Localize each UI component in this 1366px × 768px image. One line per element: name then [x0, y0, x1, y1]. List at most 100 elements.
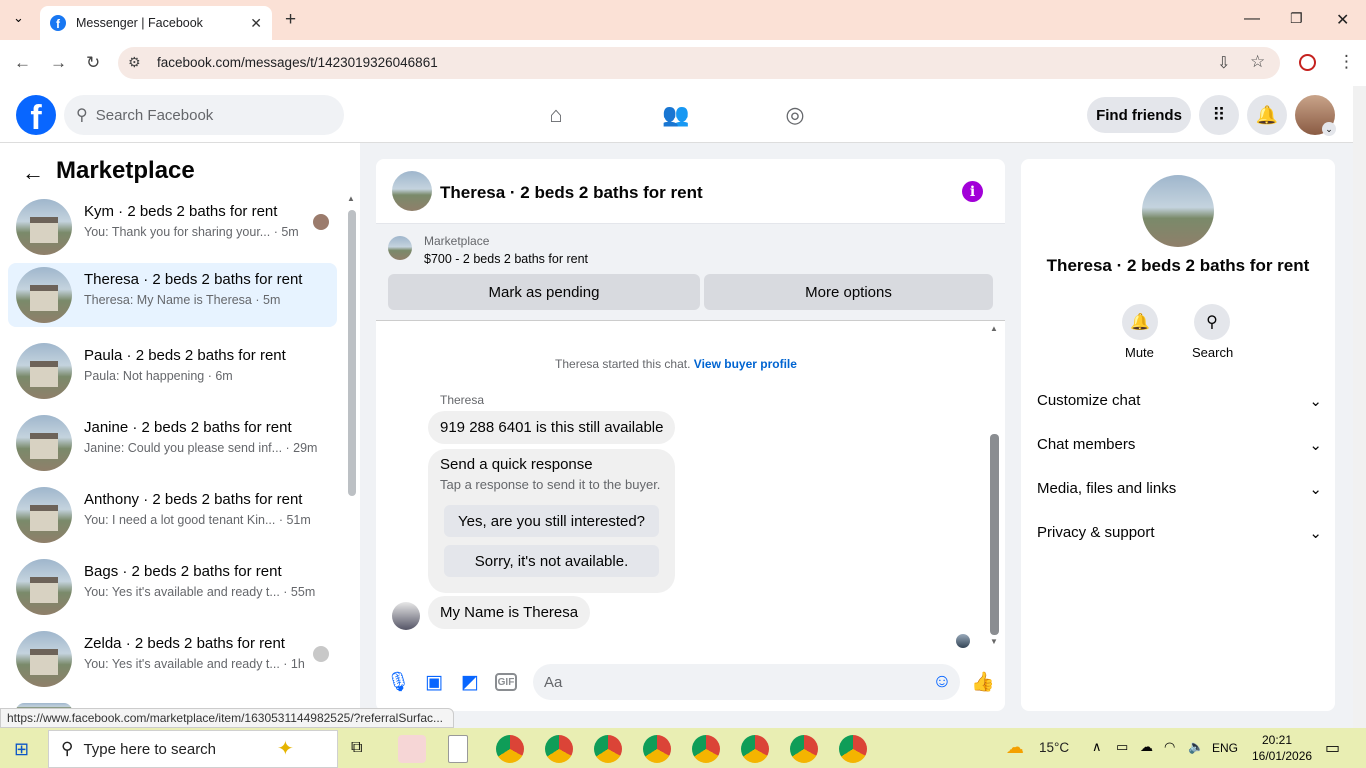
- back-arrow-icon[interactable]: ←: [22, 160, 44, 186]
- microphone-icon[interactable]: 🎙: [386, 671, 410, 693]
- privacy-support-section[interactable]: Privacy & support ⌄: [1037, 524, 1322, 542]
- tray-chevron-icon[interactable]: ∧: [1092, 739, 1102, 755]
- chrome-icon[interactable]: [741, 735, 769, 763]
- chrome-icon[interactable]: [594, 735, 622, 763]
- chrome-icon[interactable]: [643, 735, 671, 763]
- clock-time: 20:21: [1261, 733, 1293, 747]
- restore-icon[interactable]: ❐: [1290, 10, 1303, 27]
- listing-thumbnail: [16, 199, 72, 255]
- home-icon[interactable]: ⌂: [541, 100, 571, 130]
- sidebar-title: Marketplace: [56, 157, 195, 184]
- tray-app-icon[interactable]: ▭: [1116, 739, 1128, 755]
- notepad-icon[interactable]: [448, 735, 468, 763]
- chat-scroll-up-icon[interactable]: ▲: [990, 324, 998, 333]
- account-chevron-icon[interactable]: ⌄: [1322, 122, 1336, 136]
- conversation-preview: You: I need a lot good tenant Kin... · 5…: [84, 513, 311, 527]
- conversation-item[interactable]: Paula · 2 beds 2 baths for rent Paula: N…: [8, 339, 337, 403]
- listing-price[interactable]: $700 - 2 beds 2 baths for rent: [424, 252, 588, 266]
- groups-icon[interactable]: ◎: [780, 100, 810, 130]
- sender-avatar[interactable]: [392, 602, 420, 630]
- find-friends-button[interactable]: Find friends: [1087, 97, 1191, 133]
- notification-center-icon[interactable]: ▭: [1325, 738, 1340, 758]
- view-buyer-profile-link[interactable]: View buyer profile: [694, 357, 797, 371]
- conversation-item[interactable]: Bags · 2 beds 2 baths for rent You: Yes …: [8, 555, 337, 619]
- windows-start-icon[interactable]: ⊞: [14, 739, 29, 760]
- tab-list-icon[interactable]: ⌄: [13, 10, 24, 26]
- quick-response-not-available-button[interactable]: Sorry, it's not available.: [444, 545, 659, 577]
- language-indicator[interactable]: ENG: [1212, 741, 1238, 755]
- quick-response-interested-button[interactable]: Yes, are you still interested?: [444, 505, 659, 537]
- conversation-item[interactable]: Kym · 2 beds 2 baths for rent You: Thank…: [8, 195, 337, 259]
- browser-tab[interactable]: f Messenger | Facebook ✕: [40, 6, 272, 40]
- tab-close-icon[interactable]: ✕: [250, 15, 262, 32]
- listing-small-thumbnail[interactable]: [388, 236, 412, 260]
- window-close-icon[interactable]: ✕: [1336, 10, 1349, 30]
- message-bubble[interactable]: 919 288 6401 is this still available: [428, 411, 676, 444]
- conversation-item[interactable]: Theresa · 2 beds 2 baths for rent Theres…: [8, 263, 337, 327]
- facebook-logo-icon[interactable]: f: [16, 95, 56, 135]
- weather-icon[interactable]: ☁: [1006, 737, 1024, 758]
- conversation-preview: Theresa: My Name is Theresa · 5m: [84, 293, 281, 307]
- chrome-icon[interactable]: [839, 735, 867, 763]
- page-scrollbar[interactable]: [1353, 86, 1366, 728]
- profile-icon[interactable]: [1299, 54, 1316, 71]
- menu-grid-icon[interactable]: ⠿: [1199, 95, 1239, 135]
- customize-chat-section[interactable]: Customize chat ⌄: [1037, 392, 1322, 410]
- chat-title[interactable]: Theresa · 2 beds 2 baths for rent: [440, 183, 703, 203]
- conversation-name: Anthony · 2 beds 2 baths for rent: [84, 491, 303, 508]
- message-bubble[interactable]: My Name is Theresa: [428, 596, 591, 629]
- wifi-icon[interactable]: ◠: [1164, 739, 1175, 755]
- minimize-icon[interactable]: —: [1244, 10, 1260, 28]
- new-tab-icon[interactable]: +: [285, 9, 296, 31]
- snipping-tool-icon[interactable]: [398, 735, 426, 763]
- chat-listing-avatar[interactable]: [392, 171, 432, 211]
- reload-icon[interactable]: ↻: [86, 53, 100, 73]
- notifications-bell-icon[interactable]: 🔔: [1247, 95, 1287, 135]
- chat-scroll-down-icon[interactable]: ▼: [990, 637, 998, 646]
- conversation-item[interactable]: Anthony · 2 beds 2 baths for rent You: I…: [8, 483, 337, 547]
- install-app-icon[interactable]: ⇩: [1217, 53, 1230, 73]
- chat-scrollbar[interactable]: [990, 434, 999, 635]
- friends-icon[interactable]: 👥: [661, 100, 691, 130]
- facebook-search-input[interactable]: ⚲ Search Facebook: [64, 95, 344, 135]
- conversation-item[interactable]: Janine · 2 beds 2 baths for rent Janine:…: [8, 411, 337, 475]
- chat-members-section[interactable]: Chat members ⌄: [1037, 436, 1322, 454]
- taskbar-search-input[interactable]: ⚲ Type here to search: [48, 730, 338, 768]
- photo-icon[interactable]: ▣: [423, 671, 445, 693]
- conversation-name: Kym · 2 beds 2 baths for rent: [84, 203, 278, 220]
- search-icon[interactable]: ⚲: [1194, 304, 1230, 340]
- conversation-item[interactable]: Zelda · 2 beds 2 baths for rent You: Yes…: [8, 627, 337, 691]
- chevron-down-icon: ⌄: [1309, 481, 1322, 498]
- bookmark-star-icon[interactable]: ☆: [1250, 52, 1265, 72]
- chrome-icon[interactable]: [496, 735, 524, 763]
- chrome-icon[interactable]: [692, 735, 720, 763]
- chrome-menu-icon[interactable]: ⋮: [1338, 52, 1355, 72]
- onedrive-icon[interactable]: ☁: [1140, 739, 1153, 755]
- task-view-icon[interactable]: ⧉: [351, 739, 362, 757]
- gif-icon[interactable]: GIF: [495, 673, 517, 691]
- clock[interactable]: 20:21 16/01/2026: [1252, 732, 1312, 764]
- emoji-icon[interactable]: ☺: [931, 671, 953, 693]
- chrome-icon[interactable]: [545, 735, 573, 763]
- more-options-button[interactable]: More options: [704, 274, 993, 310]
- temperature[interactable]: 15°C: [1039, 740, 1069, 755]
- message-input[interactable]: [533, 664, 960, 700]
- chevron-down-icon: ⌄: [1309, 525, 1322, 542]
- forward-icon[interactable]: →: [50, 53, 67, 73]
- sticker-icon[interactable]: ◩: [459, 671, 481, 693]
- site-info-icon[interactable]: ⚙: [128, 54, 141, 71]
- media-files-links-section[interactable]: Media, files and links ⌄: [1037, 480, 1322, 498]
- url-text[interactable]: facebook.com/messages/t/1423019326046861: [157, 55, 438, 70]
- scroll-up-icon[interactable]: ▲: [347, 194, 355, 203]
- chrome-icon[interactable]: [790, 735, 818, 763]
- sidebar-scrollbar[interactable]: [348, 210, 356, 496]
- info-icon[interactable]: i: [962, 181, 983, 202]
- search-icon: ⚲: [76, 107, 88, 124]
- back-icon[interactable]: ←: [14, 53, 31, 73]
- thumbs-up-icon[interactable]: 👍: [971, 671, 995, 693]
- taskbar-search-placeholder: Type here to search: [83, 740, 217, 758]
- mark-as-pending-button[interactable]: Mark as pending: [388, 274, 700, 310]
- mute-bell-icon[interactable]: 🔔: [1122, 304, 1158, 340]
- volume-icon[interactable]: 🔈: [1188, 739, 1204, 755]
- chat-info-avatar[interactable]: [1142, 175, 1214, 247]
